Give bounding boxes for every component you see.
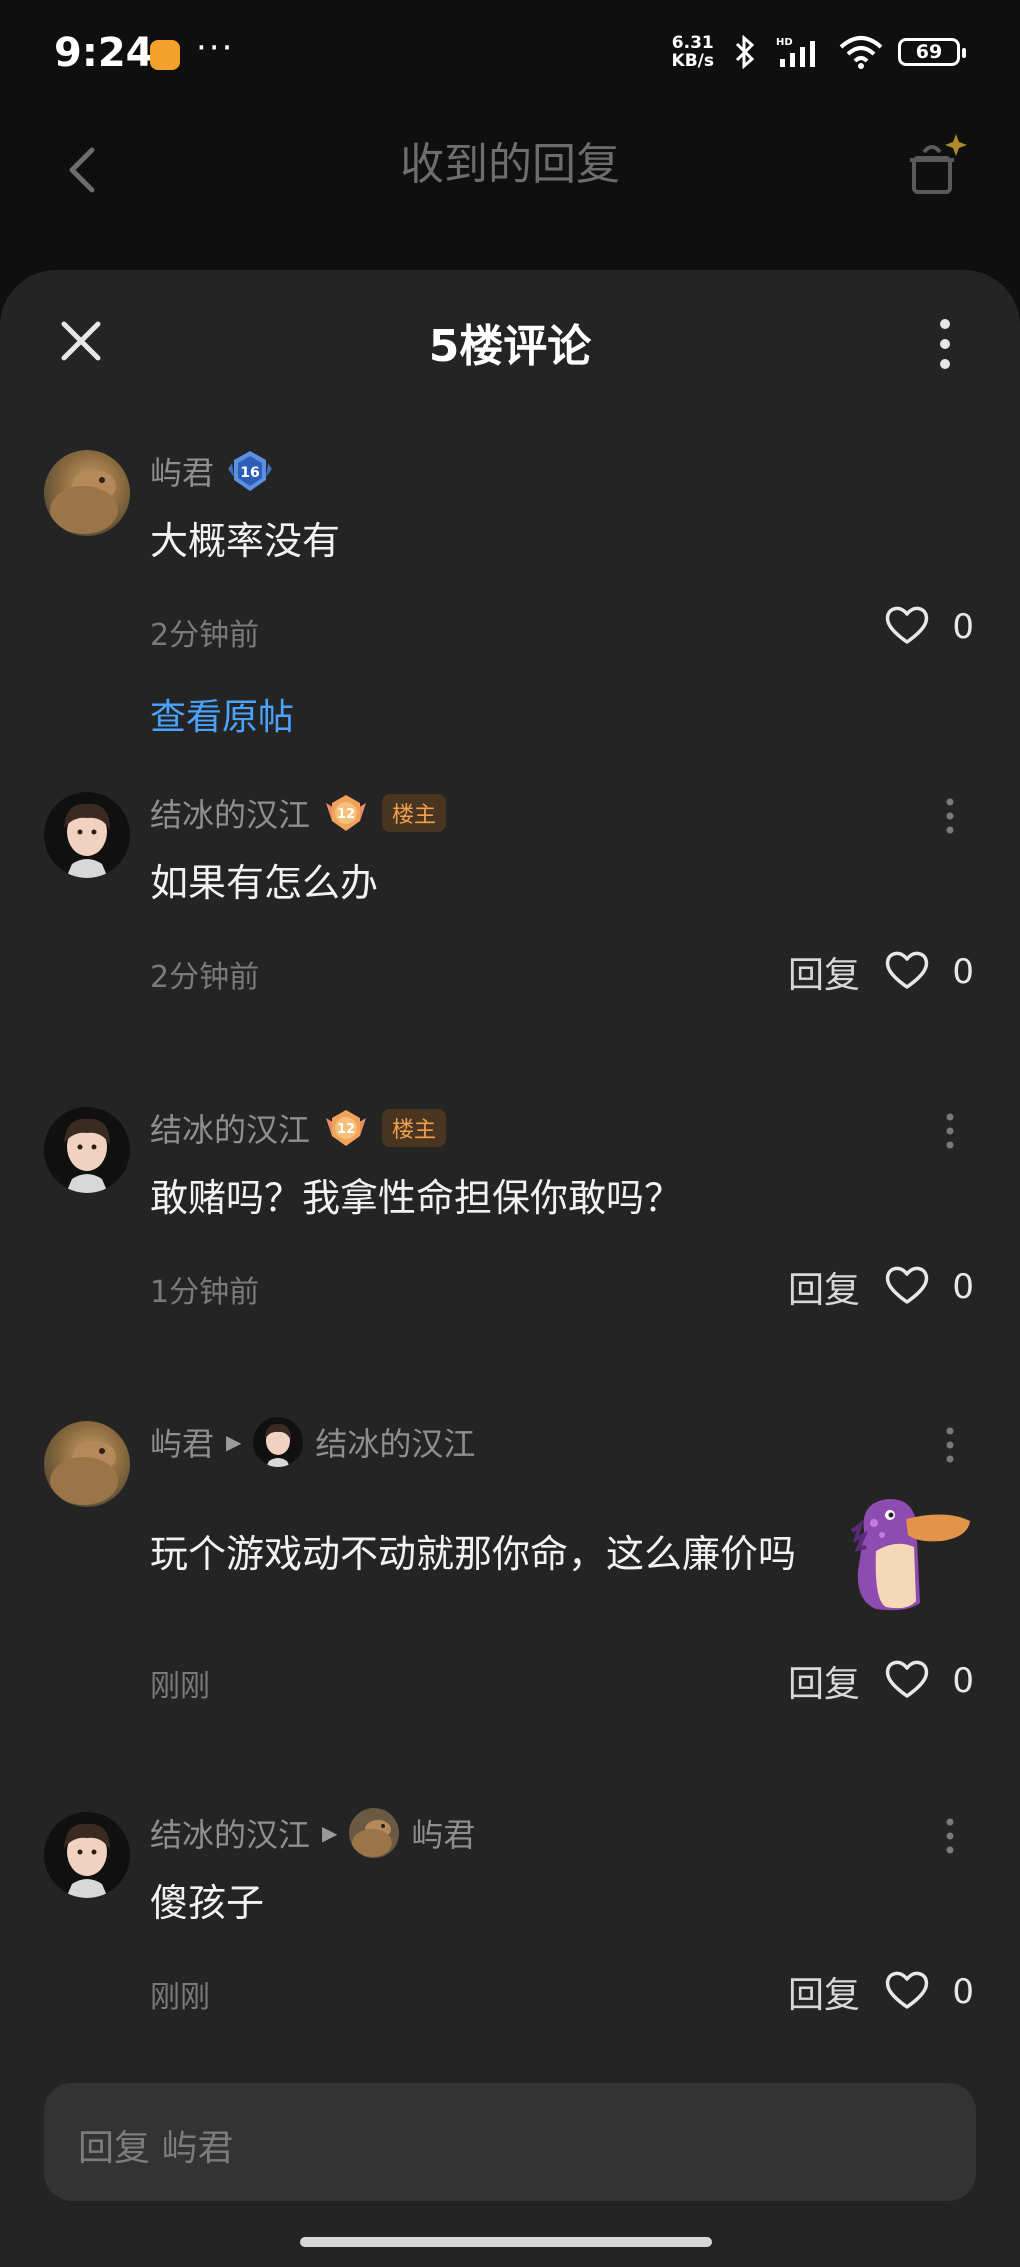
more-vertical-icon[interactable]	[940, 1816, 960, 1856]
avatar[interactable]	[44, 450, 130, 536]
avatar[interactable]	[44, 792, 130, 878]
name-row: 结冰的汉江 12 楼主	[150, 1104, 447, 1152]
battery-icon: 69	[898, 38, 966, 66]
level-badge-icon: 12	[322, 1104, 370, 1152]
main-comment: 屿君 16 大概率没有 2分钟前 0 查看原帖	[0, 440, 1020, 760]
like-count: 0	[952, 1267, 974, 1307]
username[interactable]: 结冰的汉江	[150, 1810, 310, 1856]
reply-target-username[interactable]: 屿君	[411, 1810, 475, 1856]
more-vertical-icon[interactable]	[930, 316, 960, 372]
comment-time: 2分钟前	[150, 960, 260, 995]
like-count: 0	[952, 607, 974, 647]
level-badge-icon: 12	[322, 789, 370, 837]
name-row: 屿君 ▶ 结冰的汉江	[150, 1417, 475, 1467]
reply-button[interactable]: 回复	[788, 1261, 860, 1313]
home-indicator[interactable]	[300, 2237, 712, 2247]
heart-icon[interactable]	[884, 1264, 930, 1310]
network-speed-value: 6.31	[671, 33, 714, 53]
comment-content: 如果有怎么办	[150, 861, 379, 905]
reply-arrow-icon: ▶	[226, 1430, 242, 1454]
owner-tag: 楼主	[382, 794, 447, 832]
more-vertical-icon[interactable]	[940, 796, 960, 836]
username[interactable]: 结冰的汉江	[150, 790, 310, 836]
comment-time: 刚刚	[150, 1980, 210, 2015]
like-count: 0	[952, 1972, 974, 2012]
more-vertical-icon[interactable]	[940, 1111, 960, 1151]
wifi-icon	[838, 35, 884, 69]
reply-target-avatar[interactable]	[349, 1808, 400, 1858]
heart-icon[interactable]	[884, 1658, 930, 1704]
status-bar: 9:24 ··· 6.31 KB/s HD 69	[0, 0, 1020, 110]
comment-time: 2分钟前	[150, 618, 260, 653]
comment-time: 1分钟前	[150, 1275, 260, 1310]
bluetooth-icon	[728, 35, 762, 69]
reply-item: 结冰的汉江 12 楼主 敢赌吗？我拿性命担保你敢吗？ 1分钟前 回复 0	[0, 1097, 1020, 1337]
comment-actions: 回复 0	[788, 1966, 974, 2018]
level-number: 12	[337, 807, 355, 822]
heart-icon[interactable]	[884, 604, 930, 650]
name-row: 屿君 16	[150, 448, 274, 494]
svg-text:HD: HD	[776, 37, 793, 48]
avatar[interactable]	[44, 1812, 130, 1898]
more-vertical-icon[interactable]	[940, 1425, 960, 1465]
page-title: 收到的回复	[400, 139, 620, 190]
view-original-post-link[interactable]: 查看原帖	[150, 688, 294, 740]
background-header: 收到的回复	[0, 110, 1020, 260]
avatar[interactable]	[44, 1107, 130, 1193]
comment-content: 敢赌吗？我拿性命担保你敢吗？	[150, 1176, 683, 1220]
network-speed: 6.31 KB/s	[672, 34, 714, 70]
comment-content: 傻孩子	[150, 1881, 265, 1925]
username[interactable]: 结冰的汉江	[150, 1105, 310, 1151]
battery-level: 69	[915, 41, 943, 63]
dinosaur-sticker-icon	[846, 1491, 976, 1615]
comment-actions: 回复 0	[788, 946, 974, 998]
reply-button[interactable]: 回复	[788, 946, 860, 998]
hd-signal-icon: HD	[776, 35, 824, 69]
name-row: 结冰的汉江 ▶ 屿君	[150, 1808, 475, 1858]
owner-tag: 楼主	[382, 1109, 447, 1147]
username[interactable]: 屿君	[150, 1419, 214, 1465]
reply-target-username[interactable]: 结冰的汉江	[315, 1419, 475, 1465]
app-notification-icon	[150, 40, 180, 70]
level-number: 12	[337, 1122, 355, 1137]
like-count: 0	[952, 1661, 974, 1701]
heart-icon[interactable]	[884, 949, 930, 995]
reply-input[interactable]: 回复 屿君	[44, 2083, 976, 2201]
comment-actions: 回复 0	[788, 1655, 974, 1707]
clean-sparkle-icon[interactable]	[900, 130, 970, 200]
comment-actions: 回复 0	[788, 1261, 974, 1313]
name-row: 结冰的汉江 12 楼主	[150, 789, 447, 837]
comment-content: 玩个游戏动不动就那你命，这么廉价吗	[150, 1532, 797, 1576]
level-number: 16	[240, 465, 259, 481]
comment-actions: 0	[884, 604, 974, 650]
more-notifications-icon: ···	[196, 28, 235, 68]
status-right-group: 6.31 KB/s HD 69	[672, 34, 966, 70]
reply-item: 结冰的汉江 12 楼主 如果有怎么办 2分钟前 回复 0	[0, 782, 1020, 1022]
reply-arrow-icon: ▶	[322, 1821, 338, 1845]
like-count: 0	[952, 952, 974, 992]
comment-content: 大概率没有	[150, 519, 341, 563]
heart-icon[interactable]	[884, 1969, 930, 2015]
reply-input-placeholder: 回复 屿君	[78, 2128, 234, 2169]
username[interactable]: 屿君	[150, 448, 214, 494]
reply-item: 屿君 ▶ 结冰的汉江 玩个游戏动不动就那你命，这么廉价吗 刚刚 回复 0	[0, 1411, 1020, 1711]
comment-time: 刚刚	[150, 1669, 210, 1704]
reply-item: 结冰的汉江 ▶ 屿君 傻孩子 刚刚 回复 0	[0, 1802, 1020, 2042]
avatar[interactable]	[44, 1421, 130, 1507]
sheet-title: 5楼评论	[428, 321, 592, 372]
reply-button[interactable]: 回复	[788, 1966, 860, 2018]
status-time: 9:24	[54, 30, 154, 76]
network-speed-unit: KB/s	[671, 51, 714, 71]
reply-target-avatar[interactable]	[253, 1417, 304, 1467]
level-badge-icon: 16	[226, 447, 274, 495]
reply-button[interactable]: 回复	[788, 1655, 860, 1707]
